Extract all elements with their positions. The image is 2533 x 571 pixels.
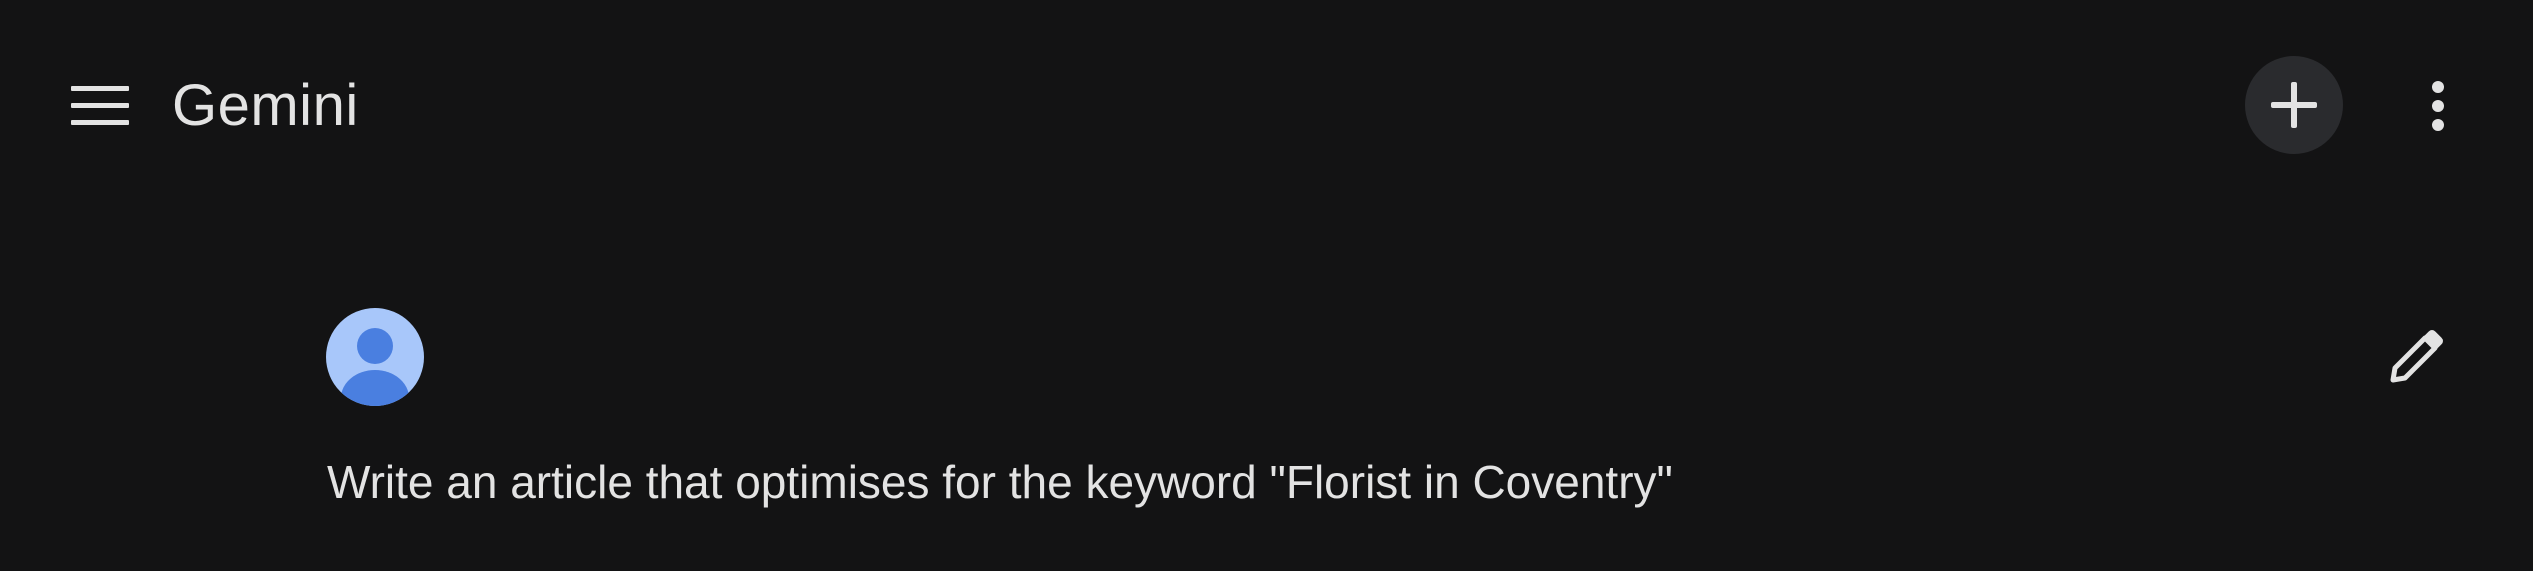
user-avatar <box>326 308 424 406</box>
user-avatar-icon <box>341 328 409 406</box>
user-prompt-text: Write an article that optimises for the … <box>327 456 1673 508</box>
pencil-edit-icon <box>2390 330 2443 383</box>
hamburger-menu-icon <box>71 86 129 125</box>
new-chat-button[interactable] <box>2245 56 2343 154</box>
more-options-button[interactable] <box>2398 66 2478 146</box>
main-menu-button[interactable] <box>56 66 144 146</box>
app-title: Gemini <box>172 73 359 138</box>
gemini-app: Gemini Write an article that optimises f… <box>0 0 2533 571</box>
plus-icon <box>2271 82 2317 128</box>
more-vertical-icon <box>2432 81 2444 131</box>
edit-prompt-button[interactable] <box>2370 318 2460 398</box>
